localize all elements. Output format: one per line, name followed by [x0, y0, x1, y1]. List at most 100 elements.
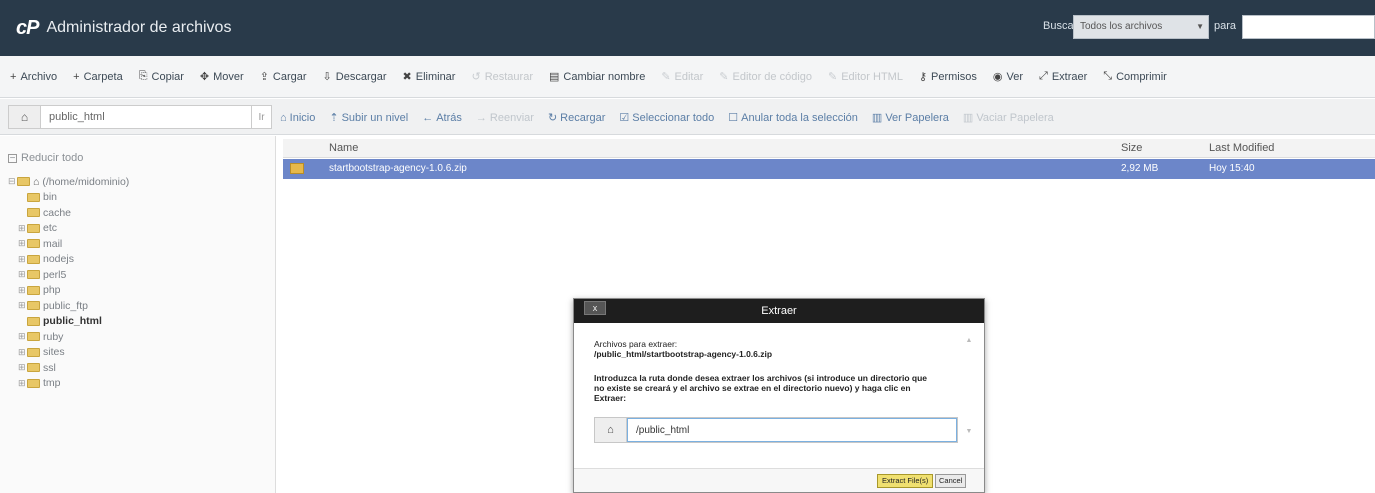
nav-button-label: Reenviar [489, 111, 534, 124]
cancel-button[interactable]: Cancel [935, 474, 967, 488]
dialog-scrollbar[interactable]: ▲ ▼ [964, 337, 974, 457]
tree-item-public-html[interactable]: public_html [8, 314, 267, 330]
nav-icon: ↻ [547, 112, 558, 124]
folder-icon [27, 347, 40, 357]
toolbar-button-extraer[interactable]: ⤢ Extraer [1039, 70, 1087, 83]
toolbar-button-mover[interactable]: ✥ Mover [200, 70, 244, 84]
home-icon: ⌂ [595, 418, 627, 442]
toolbar-button-descargar[interactable]: ⇩ Descargar [323, 70, 387, 84]
tree-item-label: cache [43, 206, 72, 219]
extract-path-field[interactable]: ⌂ /public_html [594, 417, 958, 443]
toolbar-button-permisos[interactable]: ⚷ Permisos [919, 70, 977, 84]
collapse-all-button[interactable]: − Reducir todo [8, 152, 267, 164]
tree-item-nodejs[interactable]: ⊞ nodejs [8, 252, 267, 268]
tree-item-ssl[interactable]: ⊞ ssl [8, 360, 267, 376]
search-input[interactable] [1242, 15, 1375, 39]
tree-item-label: etc [43, 222, 58, 235]
expand-toggle-icon[interactable]: ⊞ [18, 238, 26, 249]
toolbar-button-ver[interactable]: ◉ Ver [993, 70, 1023, 84]
toolbar-button-label: Editar [674, 70, 704, 83]
toolbar-button-label: Editor de código [732, 70, 813, 83]
tree-root[interactable]: ⊟ ⌂ (/home/midominio) [8, 174, 267, 190]
path-field[interactable]: ⌂ public_html Ir [8, 105, 272, 129]
path-input[interactable]: public_html [41, 106, 251, 128]
column-modified-header[interactable]: Last Modified [1209, 142, 1274, 154]
nav-icon: ☑ [619, 112, 630, 124]
folder-icon [27, 208, 40, 218]
extract-files-button[interactable]: Extract File(s) [877, 474, 934, 488]
files-path: /public_html/startbootstrap-agency-1.0.6… [594, 349, 773, 359]
nav-button-label: Recargar [560, 111, 606, 124]
extract-path-input[interactable]: /public_html [627, 418, 957, 442]
toolbar-button-label: Extraer [1051, 70, 1088, 83]
toolbar-button-cambiar-nombre[interactable]: ▤ Cambiar nombre [549, 70, 645, 84]
expand-toggle-icon[interactable]: ⊞ [18, 269, 26, 280]
tree-item-perl5[interactable]: ⊞ perl5 [8, 267, 267, 283]
toolbar-button-comprimir[interactable]: ⤡ Comprimir [1103, 70, 1167, 83]
tree-item-public-ftp[interactable]: ⊞ public_ftp [8, 298, 267, 314]
tree-item-sites[interactable]: ⊞ sites [8, 345, 267, 361]
nav-buttons: ⌂ Inicio ⇡ Subir un nivel ← Atrás → Reenviar ↻ Re… [280, 111, 1068, 125]
tree-item-cache[interactable]: cache [8, 205, 267, 221]
dialog-body: Archivos para extraer: /public_html/star… [582, 329, 966, 461]
expand-toggle-icon[interactable]: ⊞ [18, 331, 26, 342]
toolbar-button-label: Descargar [335, 70, 387, 83]
nav-button-inicio[interactable]: ⌂ Inicio [280, 111, 315, 124]
toolbar-button-restaurar[interactable]: ↺ Restaurar [471, 70, 533, 84]
tree-item-label: mail [43, 237, 63, 250]
nav-button-reenviar[interactable]: → Reenviar [476, 111, 534, 124]
nav-button-anular-toda-la-selecci-n[interactable]: ☐ Anular toda la selección [728, 111, 858, 125]
toolbar-button-editor-html[interactable]: ✎ Editor HTML [828, 70, 903, 84]
collapse-toggle-icon[interactable]: ⊟ [8, 176, 16, 187]
toolbar-button-cargar[interactable]: ⇪ Cargar [260, 70, 307, 84]
folder-icon [17, 177, 30, 187]
dialog-header: x Extraer [574, 299, 984, 323]
expand-toggle-icon[interactable]: ⊞ [18, 378, 26, 389]
tree-item-bin[interactable]: bin [8, 190, 267, 206]
app-title: Administrador de archivos [46, 19, 232, 36]
top-header: cP Administrador de archivos Buscar Todo… [0, 0, 1375, 56]
expand-toggle-icon[interactable]: ⊞ [18, 285, 26, 296]
dialog-footer: Extract File(s) Cancel [574, 468, 984, 492]
go-button[interactable]: Ir [251, 106, 271, 128]
toolbar-button-editar[interactable]: ✎ Editar [661, 70, 704, 84]
nav-button-label: Inicio [289, 111, 316, 124]
tree-item-etc[interactable]: ⊞ etc [8, 221, 267, 237]
tree-item-mail[interactable]: ⊞ mail [8, 236, 267, 252]
nav-button-label: Vaciar Papelera [976, 111, 1054, 124]
expand-toggle-icon[interactable]: ⊞ [18, 254, 26, 265]
expand-toggle-icon[interactable]: ⊞ [18, 362, 26, 373]
toolbar-button-carpeta[interactable]: + Carpeta [73, 71, 123, 83]
toolbar-button-archivo[interactable]: + Archivo [10, 71, 57, 83]
nav-button-label: Atrás [436, 111, 462, 124]
nav-button-ver-papelera[interactable]: ▥ Ver Papelera [872, 111, 949, 125]
toolbar-button-label: Carpeta [83, 70, 123, 83]
tree-item-php[interactable]: ⊞ php [8, 283, 267, 299]
column-name-header[interactable]: Name [329, 142, 358, 154]
toolbar-button-eliminar[interactable]: ✖ Eliminar [403, 70, 456, 84]
toolbar-button-label: Archivo [20, 70, 58, 83]
nav-button-seleccionar-todo[interactable]: ☑ Seleccionar todo [619, 111, 714, 125]
toolbar-icon: ✎ [661, 71, 671, 83]
tree-item-tmp[interactable]: ⊞ tmp [8, 376, 267, 392]
nav-button-atr-s[interactable]: ← Atrás [422, 111, 462, 124]
column-size-header[interactable]: Size [1121, 142, 1142, 154]
home-icon[interactable]: ⌂ [9, 106, 41, 128]
table-row[interactable]: startbootstrap-agency-1.0.6.zip 2,92 MB … [283, 159, 1375, 179]
close-icon[interactable]: x [584, 301, 606, 315]
nav-button-vaciar-papelera[interactable]: ▥ Vaciar Papelera [963, 111, 1054, 125]
expand-toggle-icon[interactable]: ⊞ [18, 223, 26, 234]
folder-icon [27, 254, 40, 264]
nav-icon: → [475, 111, 487, 124]
tree-item-ruby[interactable]: ⊞ ruby [8, 329, 267, 345]
toolbar-button-editor-de-c-digo[interactable]: ✎ Editor de código [719, 70, 813, 84]
nav-button-subir-un-nivel[interactable]: ⇡ Subir un nivel [329, 111, 408, 125]
search-scope-select[interactable]: Todos los archivos ▼ [1073, 15, 1209, 39]
toolbar-button-copiar[interactable]: ⎘ Copiar [139, 70, 184, 83]
expand-toggle-icon[interactable]: ⊞ [18, 347, 26, 358]
nav-icon: ☐ [728, 112, 739, 124]
toolbar-button-label: Restaurar [484, 70, 533, 83]
nav-button-recargar[interactable]: ↻ Recargar [547, 111, 606, 125]
expand-toggle-icon[interactable]: ⊞ [18, 300, 26, 311]
nav-button-label: Anular toda la selección [741, 111, 858, 124]
